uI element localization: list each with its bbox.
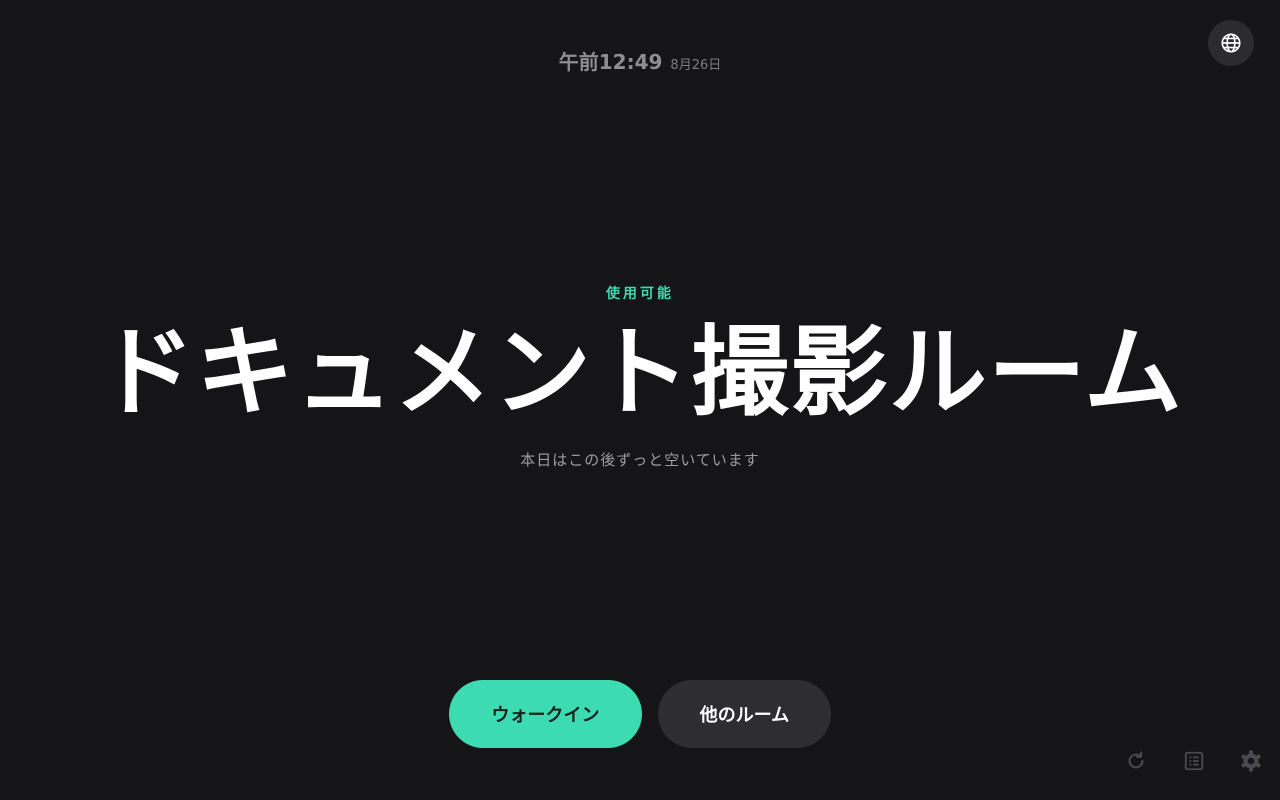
current-time: 午前12:49	[558, 50, 663, 74]
globe-icon	[1221, 33, 1241, 53]
settings-icon[interactable]	[1239, 749, 1263, 773]
room-status: 使用可能	[606, 286, 674, 302]
room-display-screen: 午前12:49 8月26日 使用可能 ドキュメント撮影ルーム 本日はこの後ずっと空…	[0, 0, 1280, 800]
walk-in-button[interactable]: ウォークイン	[449, 680, 642, 748]
list-icon[interactable]	[1182, 749, 1206, 773]
room-name: ドキュメント撮影ルーム	[96, 316, 1184, 430]
refresh-icon[interactable]	[1124, 749, 1148, 773]
other-rooms-button[interactable]: 他のルーム	[658, 680, 831, 748]
current-date: 8月26日	[670, 58, 722, 73]
language-button[interactable]	[1208, 20, 1254, 66]
availability-text: 本日はこの後ずっと空いています	[520, 451, 760, 469]
clock: 午前12:49 8月26日	[0, 46, 1280, 75]
